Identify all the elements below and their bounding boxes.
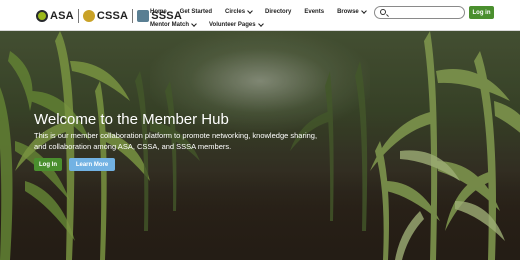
hero-description: This is our member collaboration platfor… [34,131,318,151]
sssa-logo-icon [137,10,150,22]
nav-directory-label: Directory [265,8,292,15]
nav-get-started[interactable]: Get Started [180,9,212,15]
nav-circles-label: Circles [225,8,246,15]
asa-logo-icon [36,10,48,22]
hero-banner: Welcome to the Member Hub This is our me… [0,31,520,260]
asa-logo-text: ASA [50,10,74,22]
hero-buttons: Log In Learn More [34,158,324,171]
chevron-down-icon [257,20,264,27]
nav-home[interactable]: Home [150,9,167,15]
chevron-down-icon [247,7,253,14]
header-login-button[interactable]: Log in [469,6,494,19]
nav-mentor-match[interactable]: Mentor Match [150,20,197,28]
search-input[interactable] [389,8,461,17]
hero-login-button[interactable]: Log In [34,158,62,171]
learn-more-button[interactable]: Learn More [69,158,115,171]
cssa-logo-text: CSSA [96,10,129,22]
logo-divider [77,9,79,23]
main-nav: Home Get Started Circles Directory Event… [150,5,367,31]
search-icon[interactable] [380,9,386,15]
nav-home-label: Home [150,8,167,15]
hero-title: Welcome to the Member Hub [34,111,229,128]
nav-volunteer-pages-label: Volunteer Pages [209,21,256,28]
nav-browse-label: Browse [337,8,359,15]
nav-events-label: Events [304,8,325,15]
cssa-logo[interactable]: CSSA [82,9,129,23]
nav-browse[interactable]: Browse [337,7,367,15]
logo-divider [132,9,134,23]
nav-events[interactable]: Events [304,9,324,15]
chevron-down-icon [360,7,367,14]
nav-directory[interactable]: Directory [265,9,291,15]
search-box[interactable] [374,6,465,19]
nav-row-primary: Home Get Started Circles Directory Event… [150,5,367,18]
nav-volunteer-pages[interactable]: Volunteer Pages [209,20,264,28]
site-header: ASA CSSA SSSA Home Get Started Circles D… [0,0,520,31]
nav-circles[interactable]: Circles [225,7,253,15]
chevron-down-icon [191,20,197,27]
cssa-logo-icon [82,10,95,22]
hero-content: Welcome to the Member Hub This is our me… [34,111,324,171]
nav-get-started-label: Get Started [179,8,213,15]
nav-mentor-match-label: Mentor Match [150,21,189,28]
asa-logo[interactable]: ASA [36,9,74,23]
nav-row-secondary: Mentor Match Volunteer Pages [150,18,360,31]
